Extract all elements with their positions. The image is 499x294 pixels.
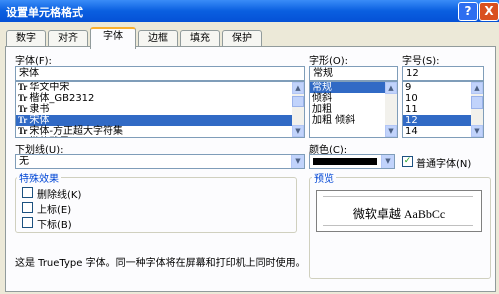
font-list[interactable]: Tr华文中宋Tr楷体_GB2312Tr隶书Tr宋体Tr宋体-方正超大字符集Tr微… (15, 81, 305, 138)
size-list[interactable]: 91011121416 ▲ ▼ (402, 81, 484, 138)
size-input[interactable]: 12 (402, 66, 484, 81)
normal-font-label[interactable]: 普通字体(N) (416, 155, 471, 170)
preview-top-line (323, 196, 473, 197)
list-item-label: 楷体_GB2312 (29, 93, 95, 104)
tab-fill[interactable]: 填充 (180, 30, 220, 47)
title-bar: 设置单元格格式 ? X (0, 0, 499, 22)
list-item-label: 宋体-方正超大字符集 (29, 126, 123, 137)
truetype-icon: Tr (18, 126, 28, 136)
font-description: 这是 TrueType 字体。同一种字体将在屏幕和打印机上同时使用。 (15, 258, 306, 269)
underline-value: 无 (19, 156, 29, 167)
scroll-up-icon[interactable]: ▲ (471, 82, 483, 94)
tab-protection[interactable]: 保护 (222, 30, 262, 47)
style-list-scrollbar[interactable]: ▲ ▼ (385, 82, 397, 137)
color-select[interactable]: ▼ (309, 154, 395, 169)
font-label: 字体(F): (15, 56, 52, 67)
list-item-label: 宋体 (29, 115, 50, 126)
subscript-label[interactable]: 下标(B) (37, 216, 72, 231)
truetype-icon: Tr (18, 137, 27, 138)
list-item[interactable]: Tr 宋体 (16, 115, 304, 126)
normal-font-checkbox[interactable]: ✓ (402, 156, 413, 167)
scroll-down-icon[interactable]: ▼ (385, 125, 397, 137)
tab-alignment[interactable]: 对齐 (48, 30, 88, 47)
list-item[interactable]: Tr 隶书 (16, 104, 304, 115)
preview-title: 预览 (312, 170, 336, 185)
truetype-icon: Tr (18, 104, 28, 114)
strikethrough-label[interactable]: 删除线(K) (37, 186, 81, 201)
tab-font[interactable]: 字体 (90, 27, 136, 49)
list-item-label: 华文中宋 (29, 82, 70, 93)
chevron-down-icon[interactable]: ▼ (381, 155, 394, 168)
list-item[interactable]: Tr微软雅黑 (16, 137, 304, 138)
preview-bottom-line (323, 225, 473, 226)
truetype-icon: Tr (18, 82, 28, 92)
list-item[interactable]: 加粗 倾斜 (310, 115, 397, 126)
font-tab-panel: 字体(F): 宋体 Tr 华文中宋 Tr 楷体_GB2312 Tr 隶书 Tr 宋体 Tr 宋体-… (5, 46, 496, 292)
color-swatch (313, 158, 377, 165)
list-item-label: 隶书 (29, 104, 50, 115)
size-label: 字号(S): (402, 56, 440, 67)
size-list-scrollbar[interactable]: ▲ ▼ (471, 82, 483, 137)
list-item-label: 9 (405, 82, 412, 93)
window-title: 设置单元格格式 (6, 6, 83, 19)
scroll-down-icon[interactable]: ▼ (292, 125, 304, 137)
list-item[interactable]: 倾斜 (310, 93, 397, 104)
list-item-label: 加粗 倾斜 (312, 115, 356, 126)
style-input[interactable]: 常规 (309, 66, 398, 81)
list-item[interactable]: Tr 楷体_GB2312 (16, 93, 304, 104)
effects-title: 特殊效果 (17, 170, 61, 185)
list-item[interactable]: 常规 (310, 82, 397, 93)
list-item[interactable]: Tr 华文中宋 (16, 82, 304, 93)
tab-number[interactable]: 数字 (6, 30, 46, 47)
list-item-label: 14 (405, 126, 418, 137)
preview-sample: 微软卓越 AaBbCc (352, 207, 446, 221)
list-item-label: 11 (405, 104, 418, 115)
truetype-icon: Tr (18, 115, 28, 125)
chevron-down-icon[interactable]: ▼ (291, 155, 304, 168)
tab-border[interactable]: 边框 (138, 30, 178, 47)
list-item-label: 加粗 (312, 104, 332, 115)
font-input[interactable]: 宋体 (15, 66, 305, 81)
help-button[interactable]: ? (458, 2, 478, 21)
style-list[interactable]: 常规 倾斜 加粗 加粗 倾斜 ▲ ▼ (309, 81, 398, 138)
list-item[interactable]: 加粗 (310, 104, 397, 115)
scroll-up-icon[interactable]: ▲ (385, 82, 397, 94)
close-button[interactable]: X (479, 2, 499, 21)
list-item[interactable]: Tr 宋体-方正超大字符集 (16, 126, 304, 137)
truetype-icon: Tr (18, 93, 28, 103)
subscript-checkbox[interactable] (22, 217, 33, 228)
preview-box: 微软卓越 AaBbCc (316, 190, 482, 232)
list-item-label: 常规 (312, 82, 332, 93)
scroll-up-icon[interactable]: ▲ (292, 82, 304, 94)
list-item-label: 微软雅黑 (29, 137, 69, 138)
font-list-scrollbar[interactable]: ▲ ▼ (292, 82, 304, 137)
list-item-label: 10 (405, 93, 418, 104)
list-item-label: 16 (405, 137, 418, 138)
list-item-label: 12 (405, 115, 418, 126)
underline-select[interactable]: 无 ▼ (15, 154, 305, 169)
strikethrough-checkbox[interactable] (22, 187, 33, 198)
scroll-thumb[interactable] (292, 96, 304, 107)
superscript-checkbox[interactable] (22, 202, 33, 213)
list-item[interactable]: 16 (403, 137, 483, 138)
list-item-label: 倾斜 (312, 93, 332, 104)
scroll-down-icon[interactable]: ▼ (471, 125, 483, 137)
scroll-thumb[interactable] (471, 96, 483, 109)
superscript-label[interactable]: 上标(E) (37, 201, 71, 216)
style-label: 字形(O): (309, 56, 349, 67)
